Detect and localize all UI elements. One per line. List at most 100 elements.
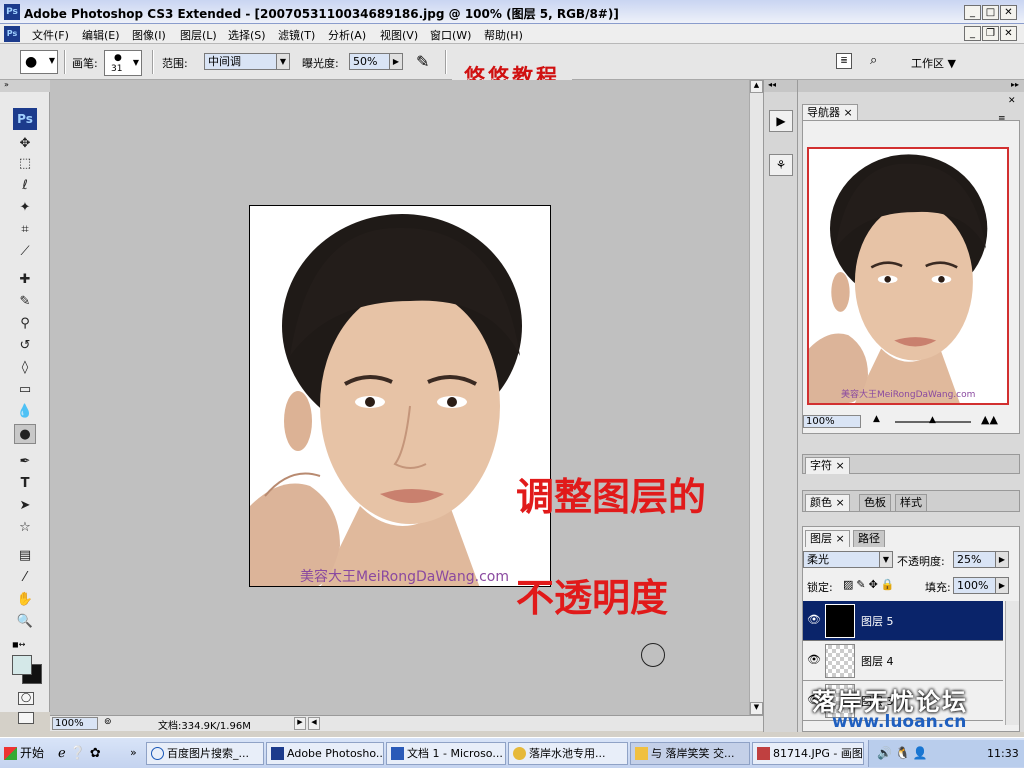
taskbar-item-photoshop[interactable]: Adobe Photosho... — [266, 742, 384, 765]
zoom-out-icon[interactable]: ▲ — [873, 414, 880, 424]
eye-icon[interactable]: 👁 — [807, 653, 821, 666]
close-icon[interactable]: × — [836, 532, 845, 545]
menu-filter[interactable]: 滤镜(T) — [278, 27, 315, 43]
doc-minimize-button[interactable]: _ — [964, 26, 981, 41]
panel-close-icon[interactable]: ✕ — [1008, 96, 1016, 106]
scroll-left-icon[interactable]: ◀ — [308, 717, 320, 730]
close-icon[interactable]: × — [844, 106, 853, 119]
dock-collapse[interactable]: ◂◂ — [764, 80, 798, 92]
path-selection-tool-icon[interactable]: ➤ — [14, 496, 36, 516]
minimize-button[interactable]: _ — [964, 5, 981, 20]
doc-restore-button[interactable]: ❐ — [982, 26, 999, 41]
gradient-tool-icon[interactable]: ▭ — [14, 380, 36, 400]
pen-tool-icon[interactable]: ✒ — [14, 452, 36, 472]
scroll-down-icon[interactable]: ▼ — [750, 702, 763, 715]
zoom-tool-icon[interactable]: 🔍 — [14, 612, 36, 632]
tab-styles[interactable]: 样式 — [895, 494, 927, 511]
start-button[interactable]: 开始 — [2, 742, 50, 765]
tray-icons[interactable]: 🔊🐧👤 — [877, 746, 931, 760]
healing-brush-tool-icon[interactable]: ✚ — [14, 270, 36, 290]
layer-row[interactable]: 👁 图层 5 — [803, 601, 1003, 641]
tab-color[interactable]: 颜色 × — [805, 494, 850, 511]
navigator-zoom-field[interactable]: 100% — [803, 415, 861, 428]
quick-mask-icon[interactable]: ◯ — [18, 692, 34, 705]
palette-well-icon[interactable]: ≣ — [836, 53, 852, 69]
zoom-in-icon[interactable]: ▲▲ — [981, 413, 998, 426]
brush-tool-icon[interactable]: ✎ — [14, 292, 36, 312]
panels-collapse[interactable]: ▸▸ — [798, 80, 1024, 92]
menu-analysis[interactable]: 分析(A) — [328, 27, 366, 43]
menu-select[interactable]: 选择(S) — [228, 27, 266, 43]
marquee-tool-icon[interactable]: ⬚ — [14, 154, 36, 174]
menu-image[interactable]: 图像(I) — [132, 27, 166, 43]
zoom-slider-thumb[interactable]: ▲ — [929, 415, 936, 425]
toolbox-collapse[interactable]: » — [0, 80, 50, 92]
document-icon[interactable]: Ps — [4, 26, 20, 42]
brush-picker[interactable]: ● 31 ▼ — [104, 50, 142, 76]
airbrush-icon[interactable]: ✎ — [416, 52, 429, 71]
menu-window[interactable]: 窗口(W) — [430, 27, 471, 43]
maximize-button[interactable]: □ — [982, 5, 999, 20]
tab-character[interactable]: 字符 × — [805, 457, 850, 474]
tab-swatches[interactable]: 色板 — [859, 494, 891, 511]
bridge-icon[interactable]: ⌕ — [870, 53, 892, 69]
doc-close-button[interactable]: ✕ — [1000, 26, 1017, 41]
close-icon[interactable]: × — [836, 496, 845, 509]
magic-wand-tool-icon[interactable]: ✦ — [14, 198, 36, 218]
opacity-input[interactable]: 25% ▶ — [953, 551, 1009, 568]
tab-navigator[interactable]: 导航器 × — [802, 104, 858, 121]
menu-layer[interactable]: 图层(L) — [180, 27, 217, 43]
taskbar-item-chat[interactable]: 落岸水池专用... — [508, 742, 628, 765]
range-select[interactable]: 中间调 ▼ — [204, 53, 290, 70]
screen-mode-icon[interactable] — [18, 712, 34, 724]
eye-icon[interactable]: 👁 — [807, 613, 821, 626]
eraser-tool-icon[interactable]: ◊ — [14, 358, 36, 378]
clone-stamp-tool-icon[interactable]: ⚲ — [14, 314, 36, 334]
photoshop-icon[interactable]: Ps — [4, 4, 20, 20]
close-button[interactable]: ✕ — [1000, 5, 1017, 20]
quick-launch-icons[interactable]: ℯ❔✿ — [58, 746, 105, 761]
taskbar-item-word[interactable]: 文档 1 - Microso... — [386, 742, 506, 765]
move-tool-icon[interactable]: ✥ — [14, 134, 36, 154]
navigator-preview[interactable]: 美容大王MeiRongDaWang.com — [807, 147, 1009, 405]
lasso-tool-icon[interactable]: ℓ — [14, 176, 36, 196]
document-canvas[interactable]: 美容大王MeiRongDaWang.com — [249, 205, 551, 587]
workspace-menu[interactable]: 工作区 ▼ — [911, 55, 956, 71]
tab-paths[interactable]: 路径 — [853, 530, 885, 547]
custom-shape-tool-icon[interactable]: ☆ — [14, 518, 36, 538]
menu-edit[interactable]: 编辑(E) — [82, 27, 120, 43]
slice-tool-icon[interactable]: ⟋ — [14, 242, 36, 262]
layers-scrollbar[interactable] — [1005, 601, 1019, 725]
close-icon[interactable]: × — [836, 459, 845, 472]
blend-mode-select[interactable]: 柔光 ▼ — [803, 551, 893, 568]
dodge-tool-icon[interactable]: ● — [14, 424, 36, 444]
fill-input[interactable]: 100% ▶ — [953, 577, 1009, 594]
layer-row[interactable]: 👁 图层 4 — [803, 641, 1003, 681]
quick-launch-expand-icon[interactable]: » — [130, 746, 137, 759]
lock-icons[interactable]: ▨✎✥🔒 — [843, 578, 898, 591]
history-icon[interactable]: ⚘ — [769, 154, 793, 176]
foreground-color-swatch[interactable] — [12, 655, 32, 675]
actions-icon[interactable]: ▶ — [769, 110, 793, 132]
crop-tool-icon[interactable]: ⌗ — [14, 220, 36, 240]
zoom-field[interactable]: 100% — [52, 717, 98, 730]
exposure-input[interactable]: 50% ▶ — [349, 53, 403, 70]
status-menu-icon[interactable]: ⊚ — [104, 717, 118, 730]
taskbar-item-paint[interactable]: 81714.JPG - 画图 — [752, 742, 864, 765]
menu-file[interactable]: 文件(F) — [32, 27, 69, 43]
type-tool-icon[interactable]: T — [14, 474, 36, 494]
menu-help[interactable]: 帮助(H) — [484, 27, 523, 43]
default-colors-icon[interactable]: ◼↔ — [12, 640, 25, 649]
eyedropper-tool-icon[interactable]: ⁄ — [14, 568, 36, 588]
notes-tool-icon[interactable]: ▤ — [14, 546, 36, 566]
status-arrow-icon[interactable]: ▶ — [294, 717, 306, 730]
blur-tool-icon[interactable]: 💧 — [14, 402, 36, 422]
tab-layers[interactable]: 图层 × — [805, 530, 850, 547]
taskbar-item-baidu[interactable]: 百度图片搜索_... — [146, 742, 264, 765]
canvas-vertical-scrollbar[interactable]: ▲ ▼ — [749, 80, 763, 715]
scroll-up-icon[interactable]: ▲ — [750, 80, 763, 93]
tool-preset-picker[interactable]: ● ▼ — [20, 50, 58, 74]
taskbar-item-conversation[interactable]: 与 落岸笑笑 交... — [630, 742, 750, 765]
history-brush-tool-icon[interactable]: ↺ — [14, 336, 36, 356]
hand-tool-icon[interactable]: ✋ — [14, 590, 36, 610]
